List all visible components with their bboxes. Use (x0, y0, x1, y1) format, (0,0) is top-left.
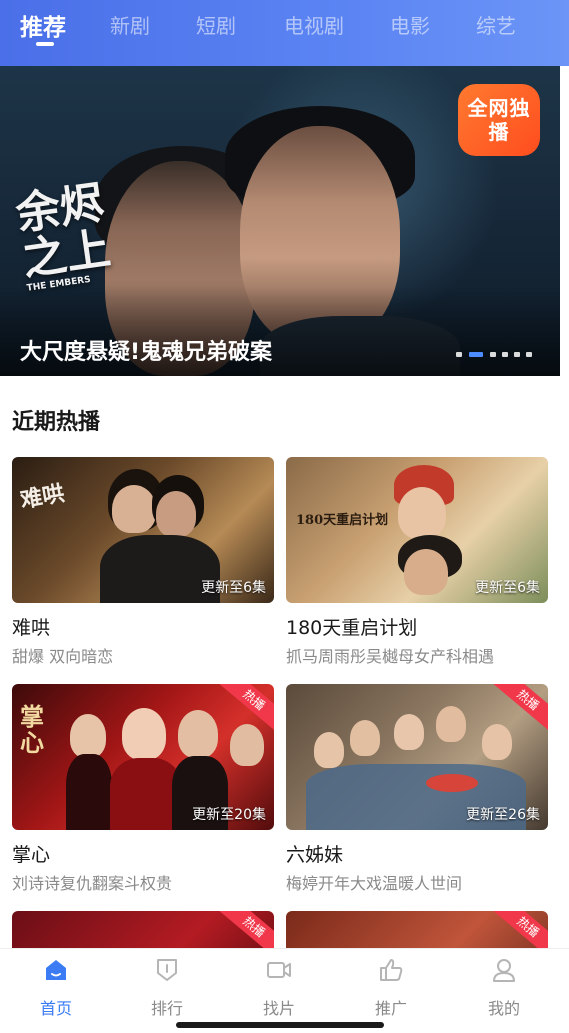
hero-banner[interactable]: 余烬之上 THE EMBERS 全网独播 大尺度悬疑!鬼魂兄弟破案 (0, 66, 560, 376)
update-status: 更新至26集 (466, 807, 540, 823)
thumbs-up-icon (380, 959, 403, 981)
update-status: 更新至20集 (192, 807, 266, 823)
home-icon (46, 960, 66, 980)
show-poster[interactable]: 180天重启计划 更新至6集 (286, 457, 548, 603)
show-subtitle: 甜爆 双向暗恋 (12, 647, 114, 666)
carousel-dot[interactable] (502, 352, 508, 357)
nav-promote[interactable]: 推广 (361, 957, 421, 1019)
nav-home[interactable]: 首页 (26, 957, 86, 1019)
show-poster[interactable]: 难哄 更新至6集 (12, 457, 274, 603)
tab-short-drama[interactable]: 短剧 (196, 10, 236, 39)
tab-tv-series[interactable]: 电视剧 (284, 10, 344, 39)
home-indicator[interactable] (176, 1022, 384, 1028)
hot-tag: 热播 (216, 911, 274, 948)
show-card[interactable]: 热播 (286, 911, 548, 948)
nav-ranking[interactable]: 排行 (137, 957, 197, 1019)
hot-tag: 热播 (490, 911, 548, 948)
top-tab-bar: 推荐 新剧 短剧 电视剧 电影 综艺 (0, 0, 569, 66)
ranking-icon (157, 959, 177, 981)
nav-find-videos[interactable]: 找片 (249, 957, 309, 1019)
show-card[interactable]: 热播 (12, 911, 274, 948)
tab-movies[interactable]: 电影 (390, 10, 430, 39)
bottom-navigation: 首页 排行 找片 推广 我的 (0, 948, 569, 1033)
show-title: 难哄 (12, 617, 51, 639)
tab-new-drama[interactable]: 新剧 (110, 10, 150, 39)
show-poster[interactable]: 热播 更新至26集 (286, 684, 548, 830)
active-tab-indicator (36, 42, 54, 46)
carousel-dot-active[interactable] (469, 352, 483, 357)
video-search-icon (267, 962, 291, 978)
show-poster[interactable]: 掌心 热播 更新至20集 (12, 684, 274, 830)
carousel-dot[interactable] (526, 352, 532, 357)
nav-profile[interactable]: 我的 (474, 957, 534, 1019)
show-title: 180天重启计划 (286, 617, 418, 639)
show-title: 六姊妹 (286, 844, 344, 866)
show-poster[interactable]: 热播 (12, 911, 274, 948)
exclusive-badge: 全网独播 (458, 84, 540, 156)
show-subtitle: 刘诗诗复仇翻案斗权贵 (12, 874, 173, 893)
show-poster[interactable]: 热播 (286, 911, 548, 948)
show-subtitle: 梅婷开年大戏温暖人世间 (286, 874, 463, 893)
show-title: 掌心 (12, 844, 51, 866)
section-title: 近期热播 (12, 410, 101, 435)
tab-recommend[interactable]: 推荐 (20, 8, 66, 42)
update-status: 更新至6集 (201, 580, 266, 596)
banner-title: 大尺度悬疑!鬼魂兄弟破案 (20, 340, 273, 365)
show-subtitle: 抓马周雨彤吴樾母女产科相遇 (286, 647, 495, 666)
carousel-dot[interactable] (490, 352, 496, 357)
banner-show-logo: 余烬之上 THE EMBERS (12, 177, 114, 294)
profile-icon (493, 959, 515, 982)
update-status: 更新至6集 (475, 580, 540, 596)
carousel-dot[interactable] (456, 352, 462, 357)
carousel-dot[interactable] (514, 352, 520, 357)
tab-variety[interactable]: 综艺 (476, 10, 516, 39)
